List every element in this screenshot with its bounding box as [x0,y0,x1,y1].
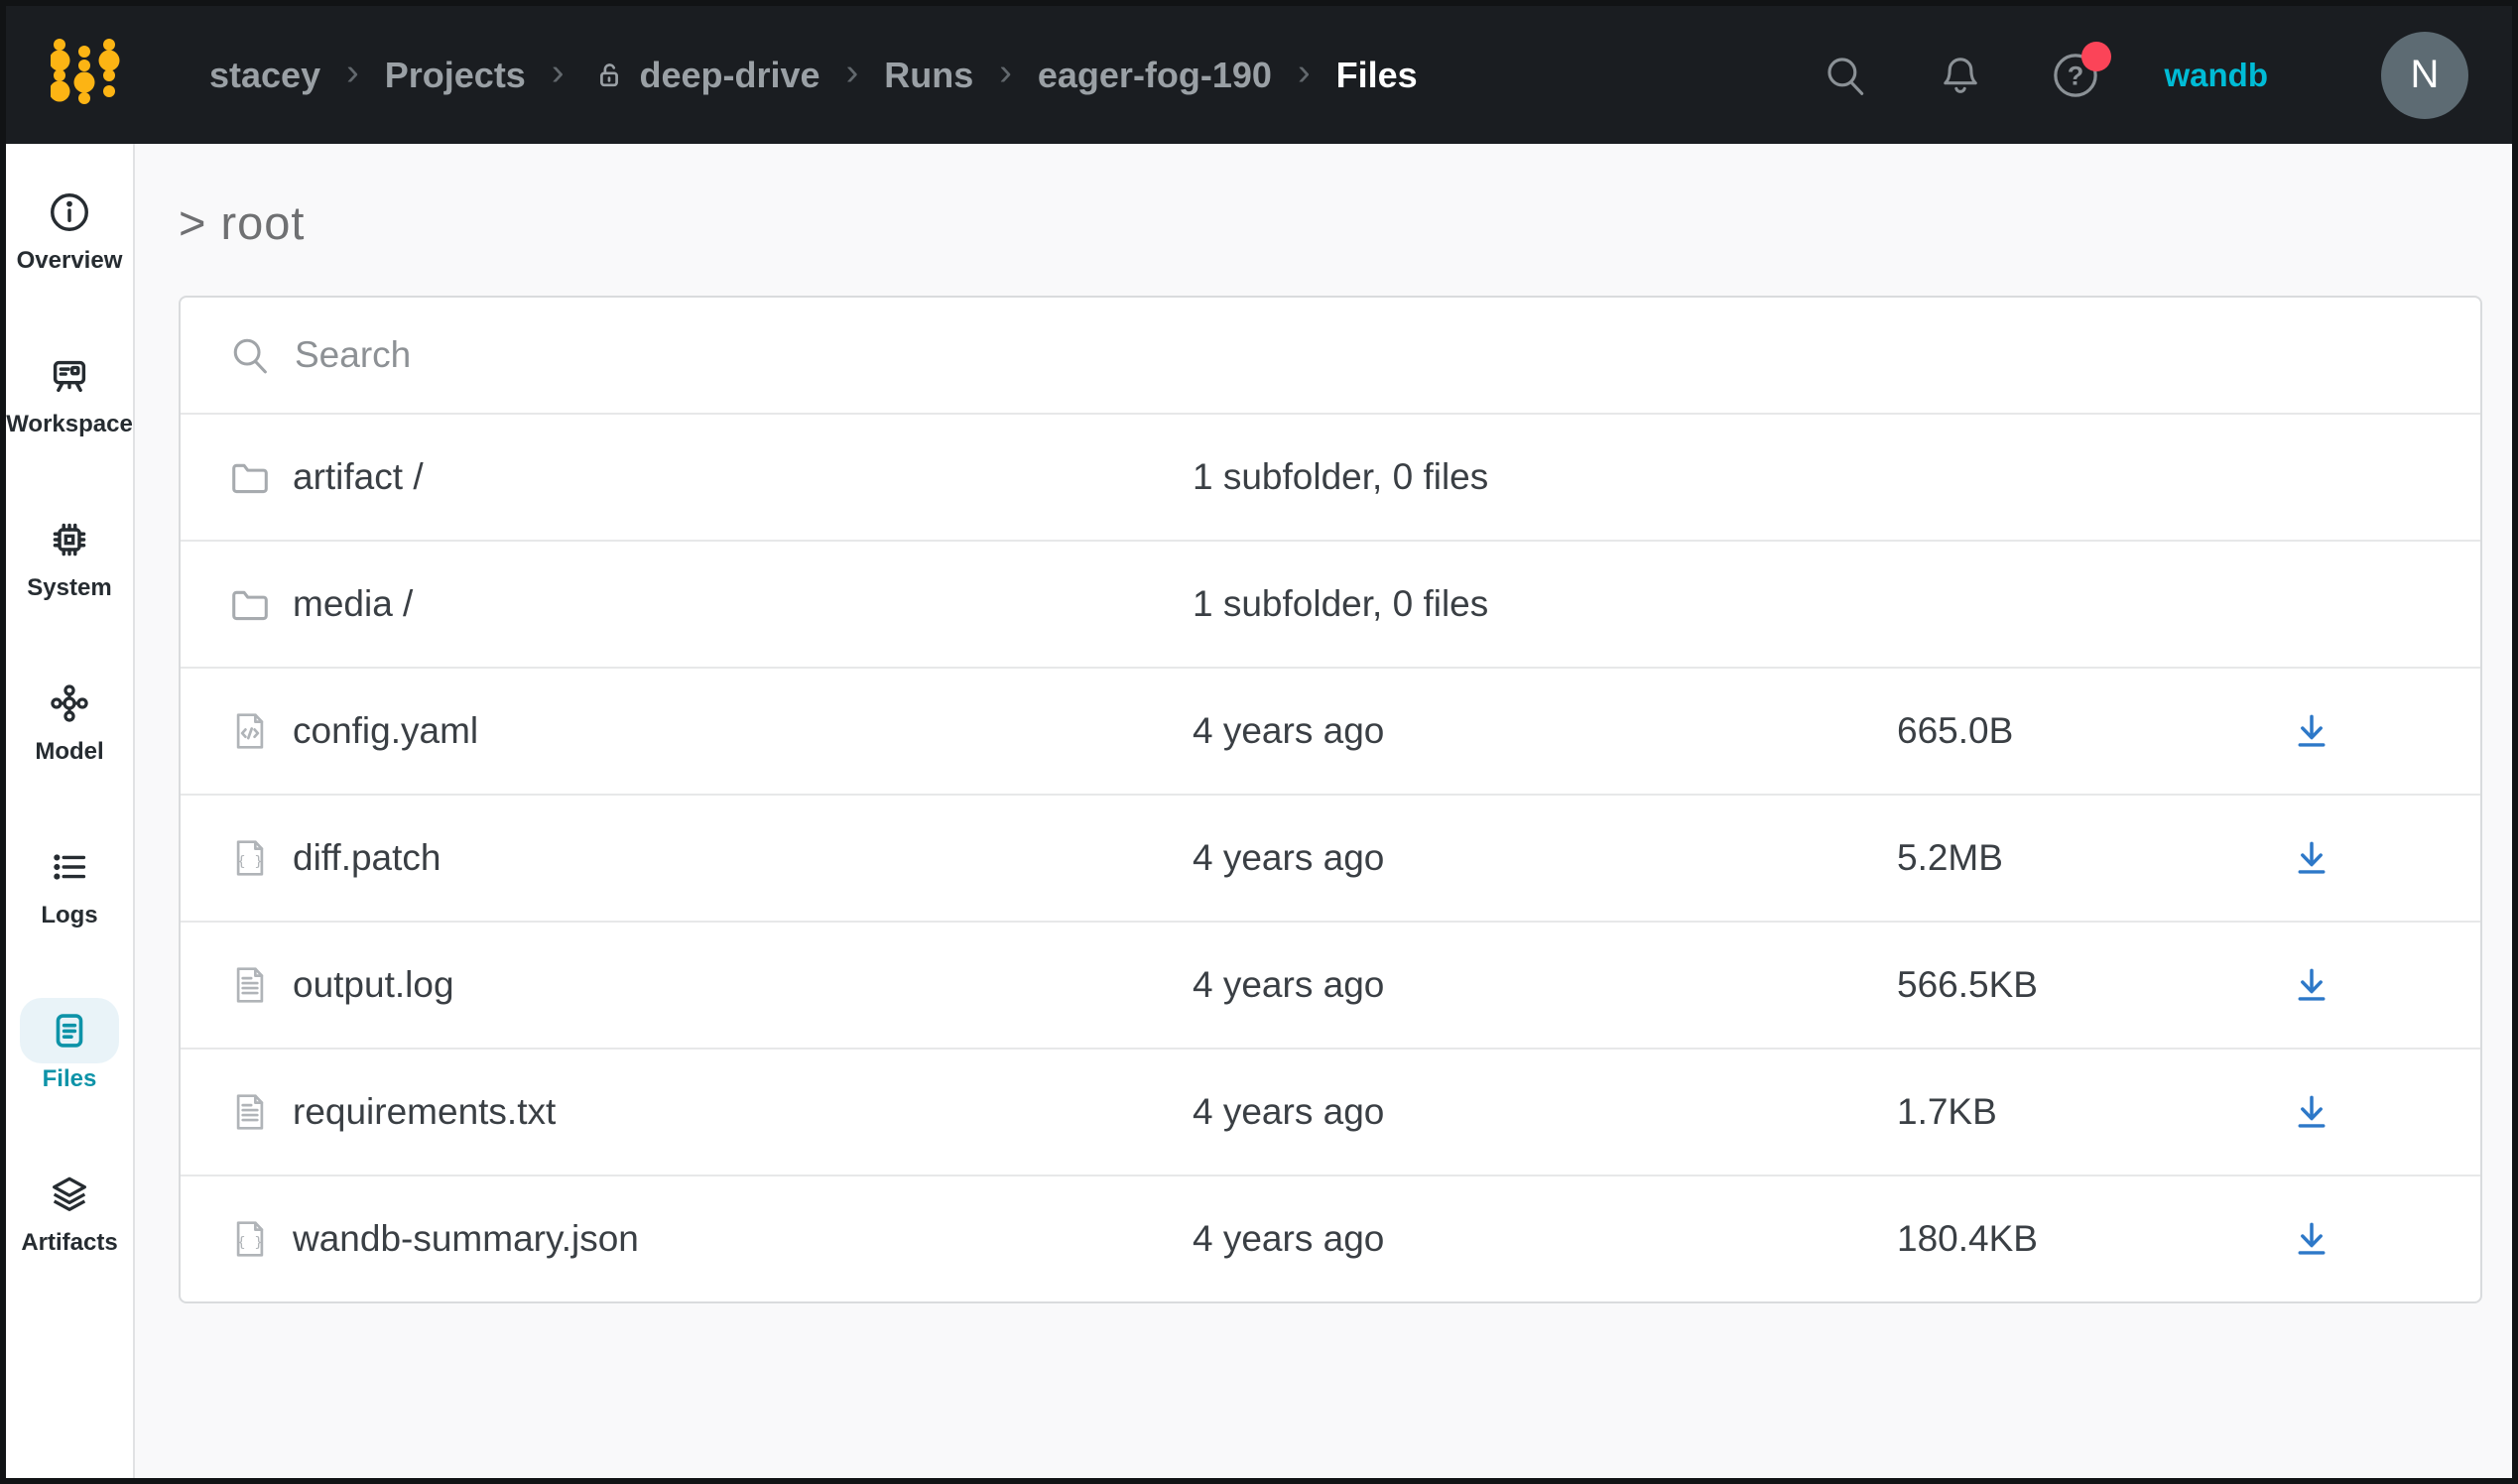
breadcrumb-run-name[interactable]: eager-fog-190 [1038,55,1272,96]
file-name[interactable]: artifact / [293,456,424,498]
chevron-right-icon: › [1298,52,1311,94]
file-name[interactable]: wandb-summary.json [293,1218,639,1260]
easel-icon [47,353,92,399]
file-browser-card: artifact / 1 subfolder, 0 files media / … [179,296,2482,1303]
file-size: 1.7KB [1897,1091,2254,1133]
app-window: stacey › Projects › deep-drive › Runs › … [0,0,2518,1484]
search-input[interactable] [295,334,2480,376]
page-title: > root [179,195,2512,250]
chevron-right-icon: › [552,52,565,94]
file-info: 4 years ago [1193,964,1897,1006]
sidebar-item-model[interactable]: Model [11,671,128,766]
avatar[interactable]: N [2381,32,2468,119]
braces-file-icon: { } [227,1216,273,1262]
download-icon [2290,963,2333,1007]
download-icon [2290,1090,2333,1134]
file-name[interactable]: media / [293,583,413,625]
table-row[interactable]: { } diff.patch 4 years ago 5.2MB [181,794,2480,921]
sidebar-item-logs[interactable]: Logs [11,834,128,929]
help-button[interactable]: ? [2050,50,2101,101]
top-navbar: stacey › Projects › deep-drive › Runs › … [6,6,2512,144]
file-size: 665.0B [1897,710,2254,752]
chevron-right-icon: › [846,52,859,94]
lock-open-icon [590,57,628,94]
file-name[interactable]: requirements.txt [293,1091,556,1133]
breadcrumb-entity[interactable]: stacey [209,55,320,96]
search-icon [227,332,273,378]
breadcrumb: stacey › Projects › deep-drive › Runs › … [209,54,1418,96]
breadcrumb-runs[interactable]: Runs [884,55,973,96]
svg-text:{ }: { } [237,1235,263,1251]
text-file-icon [227,962,273,1008]
code-file-icon [227,708,273,754]
graph-icon [47,680,92,726]
layers-icon [47,1172,92,1217]
search-button[interactable] [1820,50,1871,101]
download-button[interactable] [2290,836,2333,880]
download-icon [2290,1217,2333,1261]
file-info: 4 years ago [1193,837,1897,879]
file-size: 180.4KB [1897,1218,2254,1260]
sidebar-item-workspace[interactable]: Workspace [11,343,128,438]
run-sidebar: Overview Workspace [6,144,135,1478]
notification-dot [2081,42,2111,71]
file-info: 1 subfolder, 0 files [1193,456,1897,498]
sidebar-item-files[interactable]: Files [11,998,128,1093]
download-icon [2290,836,2333,880]
file-size: 5.2MB [1897,837,2254,879]
download-icon [2290,709,2333,753]
download-button[interactable] [2290,963,2333,1007]
search-icon [1821,51,1870,100]
download-button[interactable] [2290,1217,2333,1261]
chevron-right-icon: › [999,52,1012,94]
table-row[interactable]: config.yaml 4 years ago 665.0B [181,667,2480,794]
document-icon [47,1008,92,1053]
file-name[interactable]: diff.patch [293,837,441,879]
download-button[interactable] [2290,709,2333,753]
navbar-actions: ? wandb N [1820,32,2513,119]
wandb-logo[interactable] [51,35,120,115]
breadcrumb-files-current: Files [1336,55,1418,96]
breadcrumb-project[interactable]: deep-drive [590,55,820,96]
files-page: > root artifact / 1 subf [135,144,2512,1478]
download-button[interactable] [2290,1090,2333,1134]
text-file-icon [227,1089,273,1135]
breadcrumb-projects[interactable]: Projects [385,55,526,96]
wandb-home-link[interactable]: wandb [2165,57,2269,94]
file-info: 4 years ago [1193,710,1897,752]
sidebar-item-system[interactable]: System [11,507,128,602]
svg-text:{ }: { } [237,854,263,870]
chevron-right-icon: › [346,52,359,94]
chip-icon [47,517,92,562]
notifications-button[interactable] [1935,50,1986,101]
braces-file-icon: { } [227,835,273,881]
file-name[interactable]: output.log [293,964,454,1006]
svg-text:?: ? [2067,60,2083,90]
table-row[interactable]: media / 1 subfolder, 0 files [181,540,2480,667]
file-size: 566.5KB [1897,964,2254,1006]
table-row[interactable]: { } wandb-summary.json 4 years ago 180.4… [181,1175,2480,1301]
file-info: 1 subfolder, 0 files [1193,583,1897,625]
bell-icon [1936,51,1985,100]
table-row[interactable]: artifact / 1 subfolder, 0 files [181,413,2480,540]
list-icon [47,844,92,890]
wandb-dots-logo-icon [51,35,120,110]
folder-icon [227,581,273,627]
file-name[interactable]: config.yaml [293,710,478,752]
sidebar-item-overview[interactable]: Overview [11,180,128,275]
file-search-row [181,298,2480,413]
table-row[interactable]: output.log 4 years ago 566.5KB [181,921,2480,1048]
info-icon [47,189,92,235]
table-row[interactable]: requirements.txt 4 years ago 1.7KB [181,1048,2480,1175]
file-info: 4 years ago [1193,1218,1897,1260]
sidebar-item-artifacts[interactable]: Artifacts [11,1162,128,1257]
file-info: 4 years ago [1193,1091,1897,1133]
folder-icon [227,454,273,500]
